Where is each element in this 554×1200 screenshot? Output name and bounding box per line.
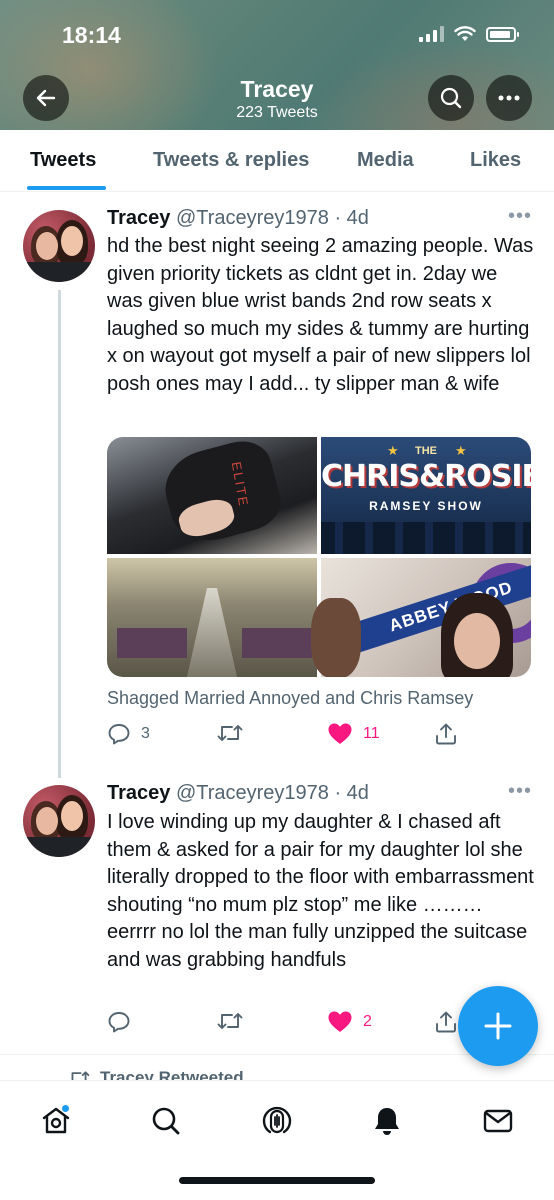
- reply-button[interactable]: 3: [107, 722, 150, 746]
- compose-icon: [484, 1012, 512, 1040]
- reply-count: 3: [141, 725, 150, 742]
- author-handle-time[interactable]: @Traceyrey1978 · 4d: [176, 782, 369, 804]
- like-button[interactable]: 2: [327, 1010, 372, 1034]
- poster-logo: CHRIS&ROSIE: [321, 459, 531, 494]
- tweet-more-icon[interactable]: •••: [508, 780, 532, 803]
- tab-likes[interactable]: Likes: [470, 149, 521, 172]
- share-icon: [436, 1011, 456, 1033]
- tweet-meta: Tracey @Traceyrey1978 · 4d: [107, 207, 369, 230]
- tweet-media-grid: ELITE ★ ★ THE CHRIS&ROSIE RAMSEY SHOW ABB…: [107, 437, 531, 677]
- compose-tweet-button[interactable]: [458, 986, 538, 1066]
- media-photo-show-poster[interactable]: ★ ★ THE CHRIS&ROSIE RAMSEY SHOW: [321, 437, 531, 554]
- like-count: 2: [363, 1013, 372, 1030]
- more-button[interactable]: [486, 75, 532, 121]
- nav-home[interactable]: [36, 1101, 76, 1141]
- more-icon: [498, 95, 520, 101]
- like-count: 11: [363, 725, 380, 742]
- tweet-text: hd the best night seeing 2 amazing peopl…: [107, 235, 534, 395]
- search-button[interactable]: [428, 75, 474, 121]
- profile-tabs: Tweets Tweets & replies Media Likes: [0, 130, 554, 192]
- reply-icon: [108, 1012, 130, 1033]
- home-indicator[interactable]: [179, 1177, 375, 1184]
- tweet-meta: Tracey @Traceyrey1978 · 4d: [107, 782, 369, 805]
- signal-icon: [419, 26, 444, 42]
- like-button[interactable]: 11: [327, 722, 380, 746]
- profile-header: 18:14 Tracey 223 Tweets: [0, 0, 554, 130]
- tweet-actions: 3 11: [107, 722, 547, 752]
- battery-icon: [486, 26, 519, 42]
- heart-icon: [328, 723, 352, 744]
- retweet-icon: [217, 1013, 243, 1029]
- tab-media[interactable]: Media: [357, 149, 414, 172]
- tweet-more-icon[interactable]: •••: [508, 205, 532, 228]
- messages-icon: [483, 1109, 513, 1133]
- status-time: 18:14: [62, 22, 121, 48]
- nav-messages[interactable]: [478, 1101, 518, 1141]
- tagged-users[interactable]: Shagged Married Annoyed and Chris Ramsey: [107, 688, 473, 709]
- tab-tweets-replies[interactable]: Tweets & replies: [153, 149, 309, 172]
- home-notification-dot: [61, 1104, 70, 1113]
- share-button[interactable]: [434, 1010, 458, 1034]
- poster-the: THE: [415, 445, 437, 457]
- notifications-icon: [375, 1108, 399, 1135]
- system-icons: [419, 26, 519, 42]
- author-handle-time[interactable]: @Traceyrey1978 · 4d: [176, 207, 369, 229]
- avatar[interactable]: [23, 210, 95, 282]
- explore-icon: [152, 1107, 180, 1135]
- avatar[interactable]: [23, 785, 95, 857]
- wifi-icon: [454, 26, 476, 41]
- author-name[interactable]: Tracey: [107, 782, 170, 804]
- retweet-button[interactable]: [217, 722, 243, 744]
- nav-notifications[interactable]: [367, 1101, 407, 1141]
- media-photo-slipper[interactable]: ELITE: [107, 437, 317, 554]
- thread-line: [58, 290, 61, 778]
- tweet-text: I love winding up my daughter & I chased…: [107, 811, 534, 971]
- share-button[interactable]: [434, 722, 458, 746]
- nav-spaces[interactable]: [257, 1101, 297, 1141]
- search-icon: [440, 87, 462, 109]
- author-name[interactable]: Tracey: [107, 207, 170, 229]
- spaces-icon: [262, 1106, 292, 1134]
- media-photo-train[interactable]: [107, 558, 317, 677]
- active-tab-indicator: [27, 186, 106, 190]
- poster-subtitle: RAMSEY SHOW: [369, 499, 483, 513]
- reply-button[interactable]: [107, 1010, 131, 1034]
- heart-icon: [328, 1011, 352, 1032]
- reply-icon: [108, 724, 130, 745]
- media-photo-selfie[interactable]: ABBEY WOOD: [311, 558, 531, 677]
- tab-tweets[interactable]: Tweets: [30, 149, 96, 172]
- retweet-button[interactable]: [217, 1010, 243, 1032]
- retweet-icon: [217, 725, 243, 741]
- nav-explore[interactable]: [146, 1101, 186, 1141]
- share-icon: [436, 723, 456, 745]
